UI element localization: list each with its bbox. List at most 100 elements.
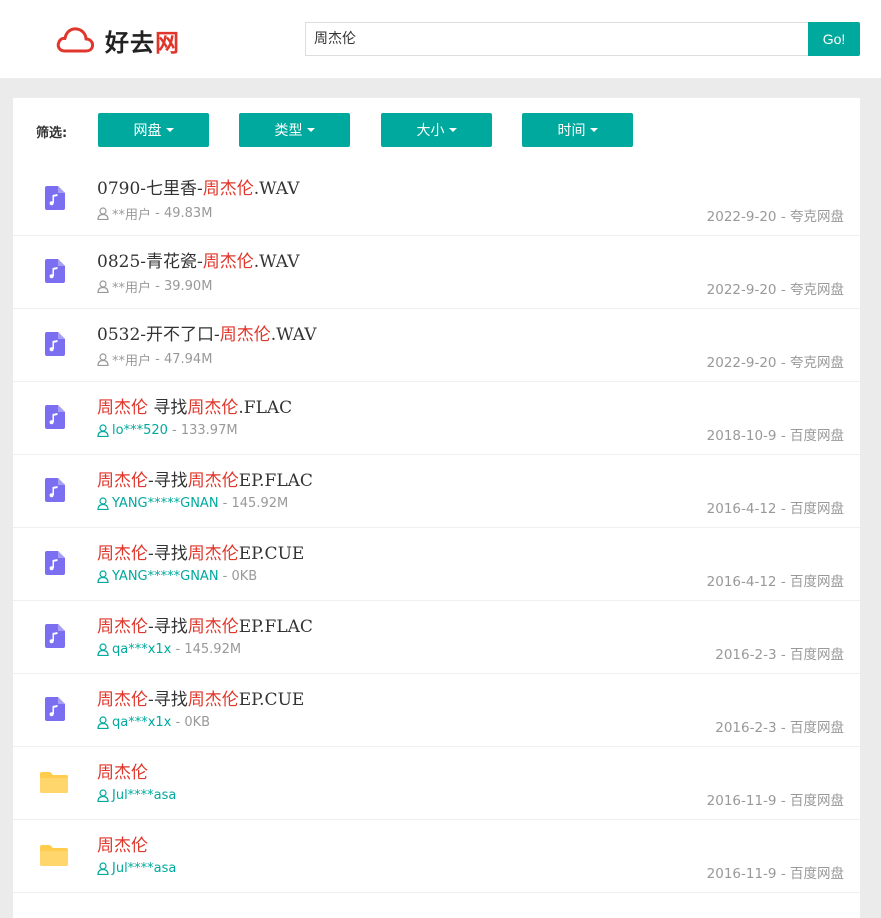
result-title-link[interactable]: 周杰伦-寻找周杰伦EP.FLAC: [97, 466, 313, 491]
result-row[interactable]: 0790-七里香-周杰伦.WAV **用户 - 49.83M 2022-9-20 -…: [13, 163, 860, 236]
meta-separator: -: [171, 715, 185, 730]
date-source: 2022-9-20 - 夸克网盘: [707, 278, 844, 298]
user-icon: [97, 424, 109, 437]
result-row[interactable]: 周杰伦-寻找周杰伦EP.CUE qa***x1x - 0KB 2016-2-3 - …: [13, 674, 860, 747]
audio-file-icon: [43, 551, 65, 575]
source-netdisk: 百度网盘: [790, 793, 844, 809]
filter-type-button[interactable]: 类型: [239, 113, 350, 147]
meta-separator: -: [776, 574, 790, 590]
file-size: 47.94M: [163, 352, 213, 367]
result-title-link[interactable]: 周杰伦-寻找周杰伦EP.CUE: [97, 539, 304, 564]
date-source: 2016-2-3 - 百度网盘: [715, 643, 844, 663]
title-text: .WAV: [253, 179, 300, 199]
result-title-link[interactable]: 周杰伦: [97, 831, 148, 856]
result-meta: YANG*****GNAN - 0KB: [97, 569, 257, 584]
file-size: 49.83M: [163, 206, 213, 221]
result-title-link[interactable]: 0825-青花瓷-周杰伦.WAV: [97, 247, 300, 272]
keyword-highlight: 周杰伦: [187, 690, 239, 710]
uploader-name: **用户: [112, 354, 152, 369]
share-date: 2016-11-9: [706, 866, 777, 882]
title-text: -寻找: [148, 471, 188, 491]
search-go-button[interactable]: Go!: [808, 22, 860, 56]
caret-down-icon: [448, 128, 457, 132]
result-meta: Jul****asa: [97, 861, 176, 876]
result-row[interactable]: 周杰伦-寻找周杰伦EP.FLAC YANG*****GNAN - 145.92M 2…: [13, 455, 860, 528]
results-panel: 筛选: 网盘 类型 大小 时间 0790-七里香-周杰伦.WAV **用户 - 4…: [13, 98, 860, 918]
meta-separator: -: [218, 569, 232, 584]
result-title-link[interactable]: 周杰伦-寻找周杰伦EP.CUE: [97, 685, 304, 710]
uploader-link[interactable]: qa***x1x: [97, 642, 171, 657]
file-size: 0KB: [231, 569, 258, 584]
result-title-link[interactable]: 周杰伦-寻找周杰伦EP.FLAC: [97, 612, 313, 637]
title-text: EP.CUE: [238, 544, 305, 564]
title-text: EP.FLAC: [238, 617, 313, 637]
user-icon: [97, 207, 109, 220]
date-source: 2016-11-9 - 百度网盘: [707, 789, 844, 809]
result-row[interactable]: 周杰伦 Jul****asa 2016-11-9 - 百度网盘: [13, 747, 860, 820]
search-input[interactable]: 周杰伦: [305, 22, 809, 56]
result-title-link[interactable]: 周杰伦: [97, 758, 148, 783]
result-meta: **用户 - 39.90M: [97, 277, 212, 296]
title-text: .WAV: [270, 325, 317, 345]
user-icon: [97, 280, 109, 293]
keyword-highlight: 周杰伦: [97, 617, 148, 637]
result-title-link[interactable]: 周杰伦 寻找周杰伦.FLAC: [97, 393, 292, 418]
keyword-highlight: 周杰伦: [187, 398, 239, 418]
result-meta: lo***520 - 133.97M: [97, 423, 238, 438]
keyword-highlight: 周杰伦: [97, 471, 148, 491]
site-logo[interactable]: 好去网: [55, 22, 180, 58]
result-title-link[interactable]: 0532-开不了口-周杰伦.WAV: [97, 320, 317, 345]
result-row[interactable]: 周杰伦-寻找周杰伦EP.CUE YANG*****GNAN - 0KB 2016-4…: [13, 528, 860, 601]
title-text: -寻找: [148, 617, 188, 637]
filter-size-button[interactable]: 大小: [381, 113, 492, 147]
audio-file-icon: [43, 259, 65, 283]
meta-separator: -: [776, 501, 790, 517]
file-size: 145.92M: [231, 496, 289, 511]
meta-separator: -: [151, 279, 164, 294]
meta-separator: -: [776, 647, 790, 663]
filter-label: 筛选:: [36, 126, 68, 141]
keyword-highlight: 周杰伦: [97, 398, 148, 418]
source-netdisk: 夸克网盘: [790, 282, 844, 298]
keyword-highlight: 周杰伦: [187, 471, 239, 491]
meta-separator: -: [776, 428, 790, 444]
cloud-logo-icon: [56, 27, 95, 53]
filter-bar: 筛选: 网盘 类型 大小 时间: [13, 98, 860, 163]
result-row[interactable]: 周杰伦-寻找周杰伦EP.FLAC qa***x1x - 145.92M 2016-2…: [13, 601, 860, 674]
result-row[interactable]: 0532-开不了口-周杰伦.WAV **用户 - 47.94M 2022-9-20 …: [13, 309, 860, 382]
meta-separator: -: [151, 352, 164, 367]
filter-netdisk-button[interactable]: 网盘: [98, 113, 209, 147]
caret-down-icon: [306, 128, 315, 132]
share-date: 2022-9-20: [706, 209, 777, 225]
meta-separator: -: [171, 642, 185, 657]
uploader-link[interactable]: YANG*****GNAN: [97, 569, 219, 584]
uploader-name: qa***x1x: [112, 715, 172, 730]
share-date: 2022-9-20: [706, 282, 777, 298]
meta-separator: -: [776, 720, 790, 736]
source-netdisk: 百度网盘: [790, 866, 844, 882]
uploader-link[interactable]: Jul****asa: [97, 788, 176, 803]
filter-time-button[interactable]: 时间: [522, 113, 633, 147]
uploader-link[interactable]: lo***520: [97, 423, 168, 438]
uploader-link[interactable]: YANG*****GNAN: [97, 496, 219, 511]
result-row[interactable]: 0825-青花瓷-周杰伦.WAV **用户 - 39.90M 2022-9-20 -…: [13, 236, 860, 309]
title-text: -寻找: [148, 690, 188, 710]
audio-file-icon: [43, 405, 65, 429]
audio-file-icon: [43, 186, 65, 210]
audio-file-icon: [43, 478, 65, 502]
result-row[interactable]: 周杰伦 Jul****asa 2016-11-9 - 百度网盘: [13, 820, 860, 893]
user-icon: [97, 643, 109, 656]
keyword-highlight: 周杰伦: [187, 544, 239, 564]
caret-down-icon: [589, 128, 598, 132]
uploader-name: YANG*****GNAN: [112, 496, 219, 511]
title-text: -寻找: [148, 544, 188, 564]
source-netdisk: 百度网盘: [790, 428, 844, 444]
uploader-name: Jul****asa: [112, 788, 177, 803]
uploader-link[interactable]: qa***x1x: [97, 715, 171, 730]
caret-down-icon: [165, 128, 174, 132]
result-title-link[interactable]: 0790-七里香-周杰伦.WAV: [97, 174, 300, 199]
source-netdisk: 百度网盘: [790, 501, 844, 517]
result-row[interactable]: 周杰伦 寻找周杰伦.FLAC lo***520 - 133.97M 2018-10-…: [13, 382, 860, 455]
uploader-link[interactable]: Jul****asa: [97, 861, 176, 876]
meta-separator: -: [151, 206, 164, 221]
